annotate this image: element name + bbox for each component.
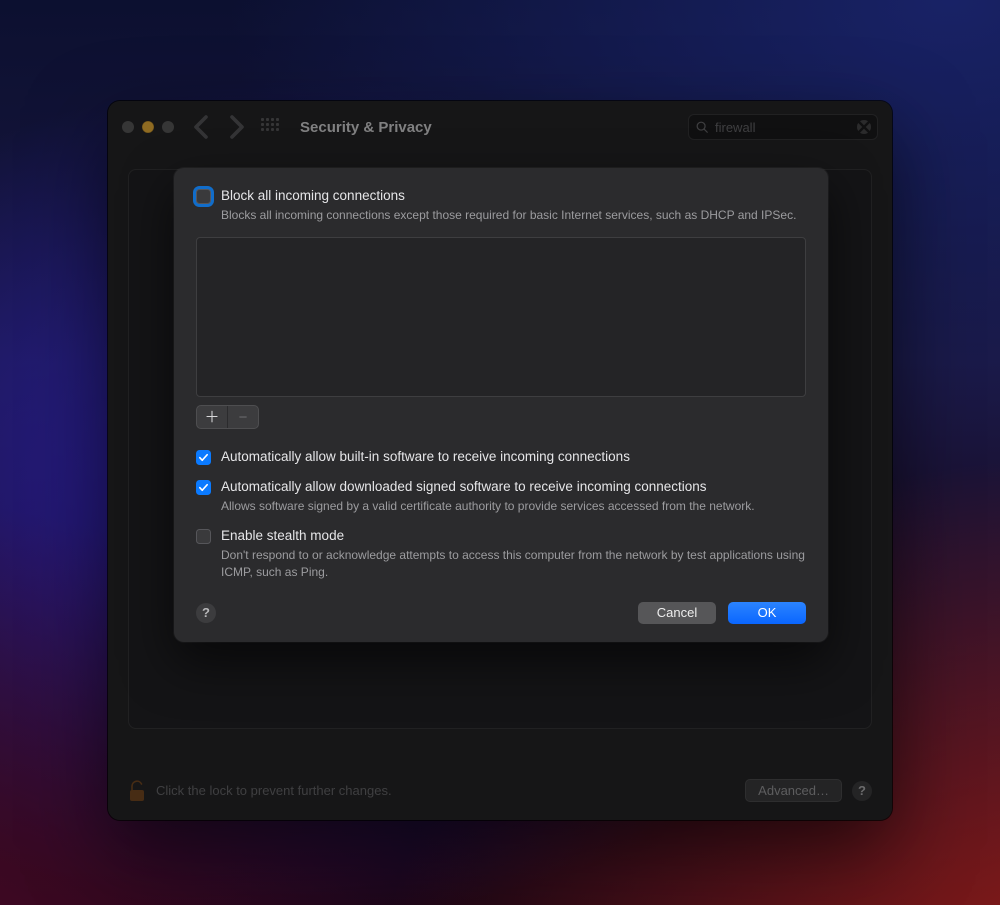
grid-icon	[261, 118, 279, 136]
checkmark-icon	[198, 452, 209, 463]
lock-button[interactable]	[128, 780, 146, 802]
applications-list[interactable]	[196, 237, 806, 397]
forward-button[interactable]	[224, 115, 248, 139]
block-all-label: Block all incoming connections	[221, 188, 806, 203]
stealth-mode-description: Don't respond to or acknowledge attempts…	[221, 547, 806, 579]
titlebar: Security & Privacy firewall	[108, 101, 892, 153]
stealth-mode-option: Enable stealth mode Don't respond to or …	[196, 528, 806, 579]
help-button[interactable]: ?	[852, 781, 872, 801]
remove-application-button[interactable]: −	[228, 406, 258, 428]
search-value: firewall	[715, 120, 851, 135]
allow-signed-description: Allows software signed by a valid certif…	[221, 498, 806, 514]
clear-search-button[interactable]	[857, 120, 871, 134]
chevron-right-icon	[224, 115, 248, 139]
window-controls	[122, 121, 174, 133]
chevron-left-icon	[190, 115, 214, 139]
allow-builtin-option: Automatically allow built-in software to…	[196, 449, 806, 465]
system-preferences-window: Security & Privacy firewall Click the lo…	[108, 101, 892, 820]
unlocked-lock-icon	[128, 780, 146, 802]
add-remove-controls: ＋ −	[196, 405, 259, 429]
sheet-footer: ? Cancel OK	[196, 602, 806, 624]
allow-signed-option: Automatically allow downloaded signed so…	[196, 479, 806, 514]
zoom-window-button[interactable]	[162, 121, 174, 133]
minimize-window-button[interactable]	[142, 121, 154, 133]
lock-message: Click the lock to prevent further change…	[156, 783, 735, 798]
block-all-option: Block all incoming connections Blocks al…	[196, 188, 806, 223]
back-button[interactable]	[190, 115, 214, 139]
allow-builtin-checkbox[interactable]	[196, 450, 211, 465]
search-field[interactable]: firewall	[688, 114, 878, 140]
close-window-button[interactable]	[122, 121, 134, 133]
allow-signed-label: Automatically allow downloaded signed so…	[221, 479, 806, 494]
allow-signed-checkbox[interactable]	[196, 480, 211, 495]
stealth-mode-checkbox[interactable]	[196, 529, 211, 544]
cancel-button[interactable]: Cancel	[638, 602, 716, 624]
allow-builtin-label: Automatically allow built-in software to…	[221, 449, 806, 464]
x-icon	[857, 120, 871, 134]
firewall-options-sheet: Block all incoming connections Blocks al…	[174, 168, 828, 642]
advanced-button[interactable]: Advanced…	[745, 779, 842, 802]
sheet-help-button[interactable]: ?	[196, 603, 216, 623]
checkmark-icon	[198, 482, 209, 493]
search-icon	[695, 120, 709, 134]
window-footer: Click the lock to prevent further change…	[128, 779, 872, 802]
add-application-button[interactable]: ＋	[197, 406, 227, 428]
ok-button[interactable]: OK	[728, 602, 806, 624]
block-all-description: Blocks all incoming connections except t…	[221, 207, 806, 223]
window-title: Security & Privacy	[300, 119, 432, 136]
stealth-mode-label: Enable stealth mode	[221, 528, 806, 543]
show-all-button[interactable]	[258, 115, 282, 139]
block-all-checkbox[interactable]	[196, 189, 211, 204]
